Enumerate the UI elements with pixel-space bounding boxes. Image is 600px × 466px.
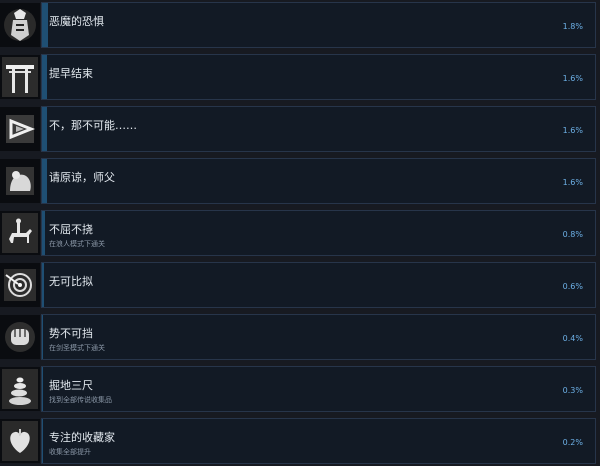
unlock-percent-bar bbox=[42, 367, 43, 411]
achievement-panel: 不屈不挠在浪人模式下通关 0.8% bbox=[41, 210, 596, 256]
achievement-title: 专注的收藏家 bbox=[49, 431, 115, 444]
achievement-row[interactable]: 无可比拟 0.6% bbox=[0, 262, 600, 310]
unlock-percent-bar bbox=[42, 107, 47, 151]
achievement-panel: 恶魔的恐惧 1.8% bbox=[41, 2, 596, 48]
horse-rider-icon bbox=[0, 211, 40, 255]
achievement-percent: 0.8% bbox=[562, 230, 583, 239]
achievement-percent: 0.2% bbox=[562, 438, 583, 447]
heart-icon bbox=[0, 419, 40, 463]
achievement-percent: 1.6% bbox=[562, 126, 583, 135]
achievement-description: 在浪人模式下通关 bbox=[49, 240, 105, 248]
torii-gate-icon bbox=[0, 55, 40, 99]
achievement-panel: 掘地三尺找到全部传说收集品 0.3% bbox=[41, 366, 596, 412]
unlock-percent-bar bbox=[42, 419, 43, 463]
unlock-percent-bar bbox=[42, 211, 45, 255]
achievement-row[interactable]: 提早结束 1.6% bbox=[0, 54, 600, 102]
achievement-row[interactable]: 不屈不挠在浪人模式下通关 0.8% bbox=[0, 210, 600, 258]
kneeling-figure-icon bbox=[0, 159, 40, 203]
triangle-symbol-icon bbox=[0, 107, 40, 151]
achievement-panel: 不，那不可能…… 1.6% bbox=[41, 106, 596, 152]
samurai-armor-icon bbox=[0, 3, 40, 47]
achievement-percent: 1.8% bbox=[562, 22, 583, 31]
achievement-title: 请原谅，师父 bbox=[49, 171, 115, 184]
achievement-row[interactable]: 专注的收藏家收集全部提升 0.2% bbox=[0, 418, 600, 466]
achievement-percent: 1.6% bbox=[562, 74, 583, 83]
achievement-list: 恶魔的恐惧 1.8% 提早结束 1.6% 不，那不可能…… 1.6% 请原谅，师父 1.6% 不… bbox=[0, 0, 600, 464]
achievement-title: 无可比拟 bbox=[49, 275, 93, 288]
achievement-panel: 专注的收藏家收集全部提升 0.2% bbox=[41, 418, 596, 464]
achievement-panel: 提早结束 1.6% bbox=[41, 54, 596, 100]
unlock-percent-bar bbox=[42, 3, 48, 47]
unlock-percent-bar bbox=[42, 55, 47, 99]
achievement-title: 不屈不挠 bbox=[49, 223, 93, 236]
achievement-panel: 请原谅，师父 1.6% bbox=[41, 158, 596, 204]
achievement-percent: 0.3% bbox=[562, 386, 583, 395]
fist-icon bbox=[0, 315, 40, 359]
achievement-title: 提早结束 bbox=[49, 67, 93, 80]
achievement-title: 恶魔的恐惧 bbox=[49, 15, 104, 28]
achievement-description: 在剑圣模式下通关 bbox=[49, 344, 105, 352]
stone-stack-icon bbox=[0, 367, 40, 411]
achievement-row[interactable]: 恶魔的恐惧 1.8% bbox=[0, 2, 600, 50]
achievement-title: 掘地三尺 bbox=[49, 379, 93, 392]
achievement-panel: 势不可挡在剑圣模式下通关 0.4% bbox=[41, 314, 596, 360]
achievement-description: 找到全部传说收集品 bbox=[49, 396, 112, 404]
achievement-percent: 1.6% bbox=[562, 178, 583, 187]
achievement-description: 收集全部提升 bbox=[49, 448, 91, 456]
unlock-percent-bar bbox=[42, 159, 47, 203]
achievement-title: 势不可挡 bbox=[49, 327, 93, 340]
achievement-row[interactable]: 掘地三尺找到全部传说收集品 0.3% bbox=[0, 366, 600, 414]
achievement-title: 不，那不可能…… bbox=[49, 119, 137, 132]
achievement-row[interactable]: 不，那不可能…… 1.6% bbox=[0, 106, 600, 154]
unlock-percent-bar bbox=[42, 263, 44, 307]
achievement-percent: 0.6% bbox=[562, 282, 583, 291]
arrow-target-icon bbox=[0, 263, 40, 307]
achievement-percent: 0.4% bbox=[562, 334, 583, 343]
unlock-percent-bar bbox=[42, 315, 43, 359]
achievement-panel: 无可比拟 0.6% bbox=[41, 262, 596, 308]
achievement-row[interactable]: 势不可挡在剑圣模式下通关 0.4% bbox=[0, 314, 600, 362]
achievement-row[interactable]: 请原谅，师父 1.6% bbox=[0, 158, 600, 206]
